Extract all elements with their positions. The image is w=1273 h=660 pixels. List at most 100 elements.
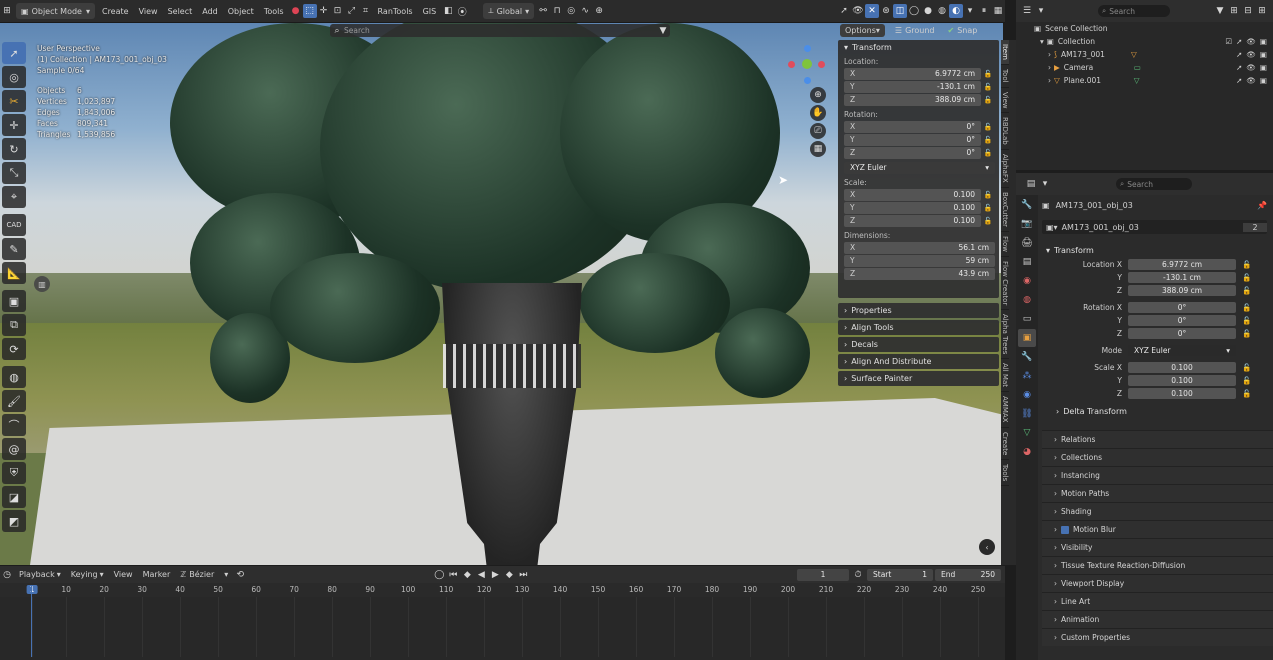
menu-add[interactable]: Add [197, 3, 223, 19]
jump-start-icon[interactable]: ⏮ [446, 568, 460, 582]
tab-ammax[interactable]: AMMAX [1001, 392, 1009, 428]
scale-icon[interactable]: ⤢ [345, 4, 359, 18]
select-arrow-icon[interactable]: ➚ [1236, 50, 1242, 59]
dimension-x-field[interactable]: X 56.1 cm [844, 241, 995, 254]
rotate-tool-icon[interactable]: ↻ [2, 138, 26, 160]
lock-icon[interactable]: 🔓 [981, 123, 995, 131]
record-keyframe-icon[interactable]: ◯ [432, 568, 446, 582]
object-icon[interactable]: ▣▾ [1046, 223, 1058, 232]
toolbar-expand-icon[interactable]: ▥ [34, 276, 50, 292]
lock-icon[interactable]: 🔓 [981, 191, 995, 199]
xray-icon[interactable]: ◫ [893, 4, 907, 18]
tab-create[interactable]: Create [1001, 428, 1009, 460]
move-tool-icon[interactable]: ✛ [2, 114, 26, 136]
playback-menu[interactable]: Playback ▾ [14, 567, 66, 583]
output-tab-icon[interactable]: 🖨 [1018, 234, 1036, 252]
lock-icon[interactable]: 🔓 [981, 149, 995, 157]
view-icon[interactable]: ◧ [441, 4, 455, 18]
scale-y-field[interactable]: Y 0.100 [844, 201, 981, 214]
rantools-menu[interactable]: RanTools [373, 3, 418, 19]
scale-y-field[interactable]: 0.100 [1128, 375, 1236, 386]
pan-hand-icon[interactable]: ✋ [810, 105, 826, 121]
cursor-tool-icon[interactable]: ◎ [2, 66, 26, 88]
solid-shading-icon[interactable]: ● [921, 4, 935, 18]
overlay-icon[interactable]: ⊛ [879, 4, 893, 18]
pivot-icon[interactable]: ⊕ [592, 4, 606, 18]
proportional-icon[interactable]: ◎ [564, 4, 578, 18]
section-shading[interactable]: › Shading [1042, 502, 1273, 520]
next-keyframe-icon[interactable]: ◆ [502, 568, 516, 582]
move-icon[interactable]: ✛ [317, 4, 331, 18]
end-frame-field[interactable]: End 250 [935, 568, 1001, 581]
lock-icon[interactable]: 🔓 [1242, 316, 1251, 325]
pin-icon[interactable]: 📌 [1257, 201, 1267, 210]
new-icon[interactable]: ⊞ [1255, 4, 1269, 18]
section-motion-blur[interactable]: › Motion Blur [1042, 520, 1273, 538]
select-arrow-icon[interactable]: ➚ [1236, 37, 1242, 46]
scale-x-field[interactable]: X 0.100 [844, 188, 981, 201]
select-arrow-icon[interactable]: ➚ [1236, 63, 1242, 72]
wireframe-shading-icon[interactable]: ◯ [907, 4, 921, 18]
render-tab-icon[interactable]: 📷 [1018, 215, 1036, 233]
tab-tool[interactable]: Tool [1001, 65, 1009, 88]
location-z-field[interactable]: 388.09 cm [1128, 285, 1236, 296]
decals-subpanel[interactable]: › Decals [838, 337, 999, 352]
filter-icon[interactable]: ▼ [1213, 4, 1227, 18]
lock-icon[interactable]: 🔓 [1242, 286, 1251, 295]
x-axis-icon[interactable] [788, 61, 795, 68]
keyframe-icon[interactable]: ⟲ [233, 568, 247, 582]
grid-icon[interactable]: ▦ [810, 141, 826, 157]
spin-tool-icon[interactable]: ⟳ [2, 338, 26, 360]
chevron-left-icon[interactable]: ‹ [979, 539, 995, 555]
lock-icon[interactable]: 🔓 [1242, 389, 1251, 398]
lock-icon[interactable]: 🔓 [981, 136, 995, 144]
gizmo-toggle-icon[interactable]: ✕ [865, 4, 879, 18]
location-y-field[interactable]: -130.1 cm [1128, 272, 1236, 283]
visibility-icon[interactable]: 👁 [1246, 76, 1256, 85]
lock-icon[interactable]: 🔓 [1242, 260, 1251, 269]
menu-object[interactable]: Object [223, 3, 259, 19]
y-axis-icon[interactable] [802, 59, 812, 69]
marker-menu[interactable]: Marker [138, 567, 176, 583]
gizmo-icon[interactable]: ⦿ [455, 4, 469, 18]
tab-rbdlab[interactable]: RBDLab [1001, 113, 1009, 150]
link-icon[interactable]: ⚯ [536, 4, 550, 18]
outliner-item-plane[interactable]: › ▽ Plane.001 ▽ ➚ 👁 ▣ [1016, 74, 1273, 87]
rotation-x-field[interactable]: 0° [1128, 302, 1236, 313]
lock-icon[interactable]: 🔓 [981, 217, 995, 225]
material-tab-icon[interactable]: ◕ [1018, 443, 1036, 461]
shield-tool-icon[interactable]: ⛨ [2, 462, 26, 484]
circle-tool-icon[interactable]: ◍ [2, 366, 26, 388]
scale-z-field[interactable]: Z 0.100 [844, 214, 981, 227]
visibility-icon[interactable]: 👁 [1246, 50, 1256, 59]
scale-z-field[interactable]: 0.100 [1128, 388, 1236, 399]
camera-icon[interactable]: ▣ [1260, 50, 1267, 59]
section-viewport-display[interactable]: › Viewport Display [1042, 574, 1273, 592]
rotation-mode-dropdown[interactable]: XYZ Euler ▾ [844, 161, 995, 174]
user-count-badge[interactable]: 2 [1243, 222, 1267, 232]
z-axis-icon[interactable] [804, 45, 811, 52]
particles-tab-icon[interactable]: ⁂ [1018, 367, 1036, 385]
material-shading-icon[interactable]: ◍ [935, 4, 949, 18]
constraints-tab-icon[interactable]: ⛓ [1018, 405, 1036, 423]
section-instancing[interactable]: › Instancing [1042, 466, 1273, 484]
lock-icon[interactable]: 🔓 [1242, 303, 1251, 312]
tab-alpha-trees[interactable]: Alpha Trees [1001, 310, 1009, 360]
view-layer-tab-icon[interactable]: ▤ [1018, 253, 1036, 271]
section-animation[interactable]: › Animation [1042, 610, 1273, 628]
section-tissue[interactable]: › Tissue Texture Reaction-Diffusion [1042, 556, 1273, 574]
select-arrow-icon[interactable]: ➚ [1236, 76, 1242, 85]
scale-x-field[interactable]: 0.100 [1128, 362, 1236, 373]
location-x-field[interactable]: X 6.9772 cm [844, 67, 981, 80]
section-motion-paths[interactable]: › Motion Paths [1042, 484, 1273, 502]
object-tab-icon[interactable]: ▣ [1018, 329, 1036, 347]
minus-icon[interactable]: ⊟ [1241, 4, 1255, 18]
section-line-art[interactable]: › Line Art [1042, 592, 1273, 610]
camera-icon[interactable]: ▣ [1260, 76, 1267, 85]
outliner-scene-collection[interactable]: ▣ Scene Collection [1016, 22, 1273, 35]
annotate-tool-icon[interactable]: ✎ [2, 238, 26, 260]
properties-search-input[interactable]: ⌕ Search [1116, 178, 1192, 190]
tool-tab-icon[interactable]: 🔧 [1018, 196, 1036, 214]
measure-tool-icon[interactable]: 📐 [2, 262, 26, 284]
snap-icon[interactable]: ⊡ [331, 4, 345, 18]
